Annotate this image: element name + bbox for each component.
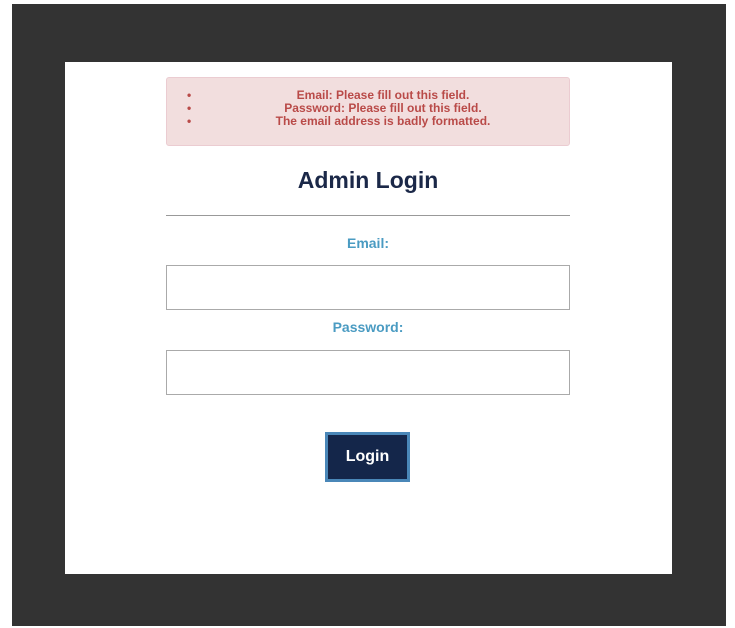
title-divider xyxy=(166,215,570,216)
login-card: • Email: Please fill out this field. • P… xyxy=(65,62,672,574)
password-label: Password: xyxy=(332,319,404,335)
error-alert: • Email: Please fill out this field. • P… xyxy=(166,77,570,146)
password-field[interactable] xyxy=(166,350,570,395)
page-title: Admin Login xyxy=(297,167,439,193)
email-label: Email: xyxy=(346,235,389,251)
error-text-format: The email address is badly formatted. xyxy=(275,114,491,128)
page-frame: • Email: Please fill out this field. • P… xyxy=(12,4,726,626)
error-list: • Email: Please fill out this field. • P… xyxy=(167,89,569,128)
bullet-icon: • xyxy=(187,114,192,128)
login-button[interactable]: Login xyxy=(325,432,410,482)
email-field[interactable] xyxy=(166,265,570,310)
error-item-format: • The email address is badly formatted. xyxy=(167,115,569,128)
